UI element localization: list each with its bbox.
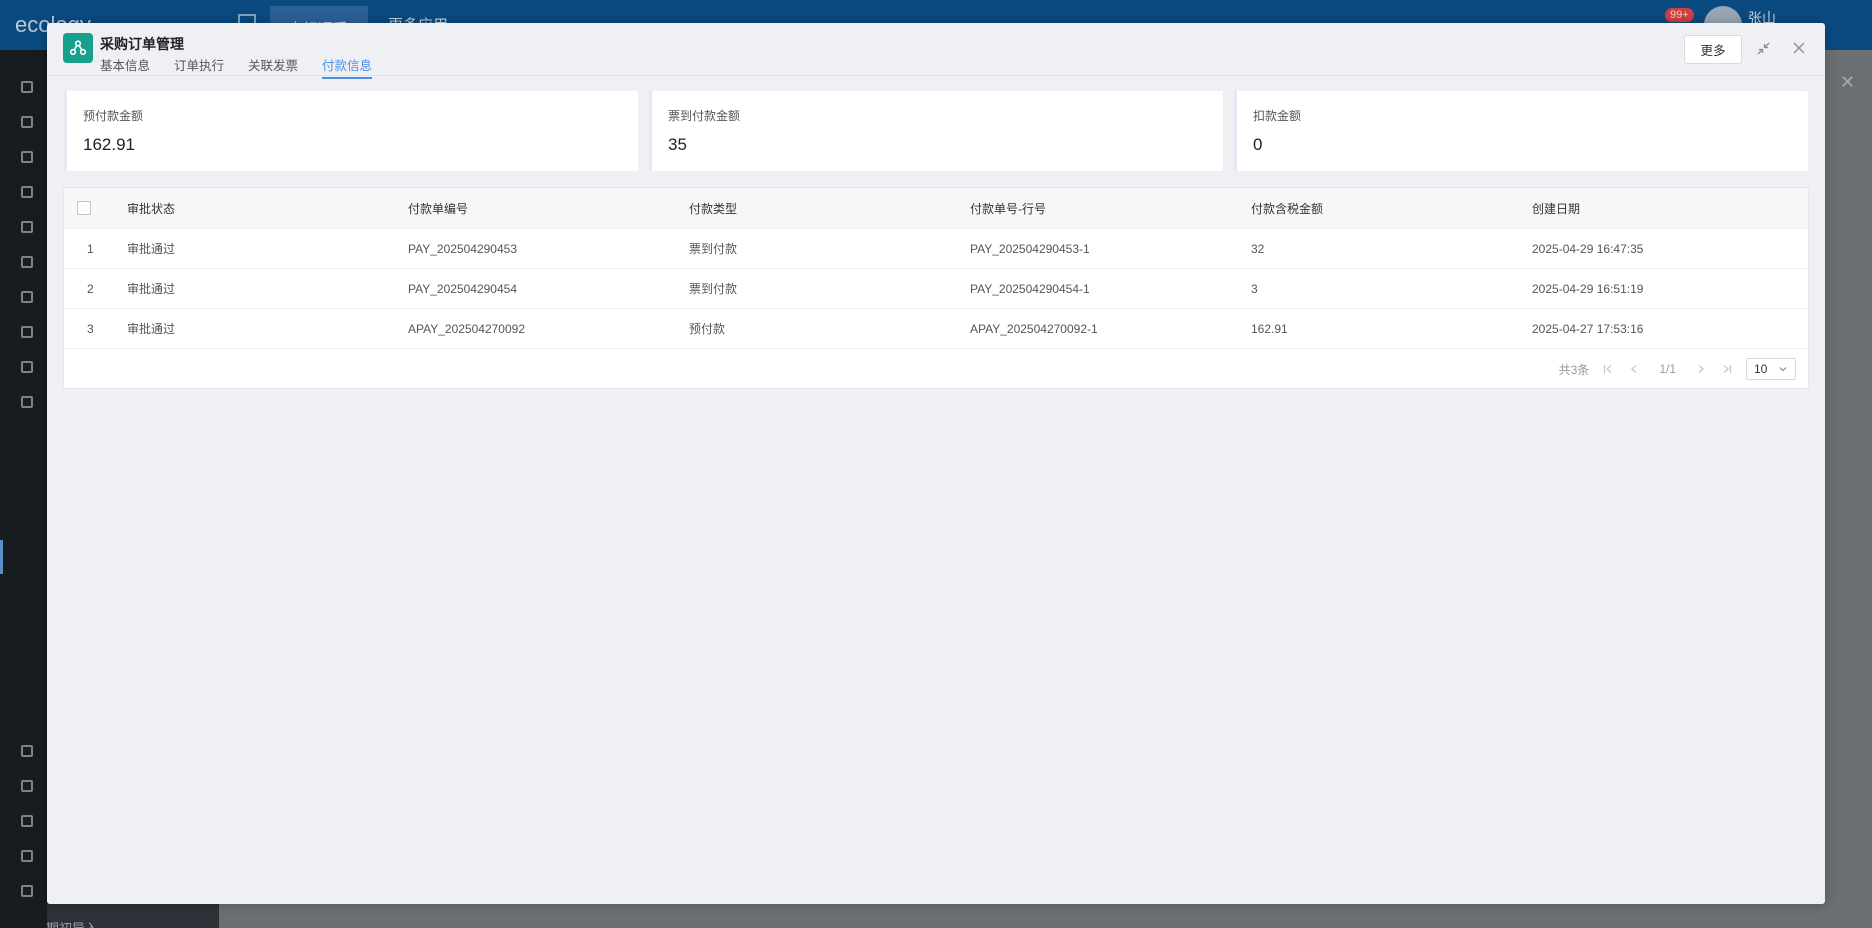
table-row[interactable]: 1 审批通过 PAY_202504290453 票到付款 PAY_2025042… (64, 229, 1808, 269)
layers-icon[interactable] (21, 116, 33, 128)
payment-amount: 32 (1251, 241, 1265, 256)
check-icon[interactable] (21, 256, 33, 268)
person-icon[interactable] (21, 815, 33, 827)
column-header[interactable]: 付款含税金额 (1251, 200, 1532, 217)
payment-number[interactable]: APAY_202504270092 (408, 322, 689, 336)
summary-label: 扣款金额 (1253, 109, 1302, 123)
modal-title: 采购订单管理 (100, 36, 184, 52)
header-select-cell (64, 201, 127, 215)
purchase-order-modal: 采购订单管理 基本信息 订单执行 关联发票 付款信息 更多 预付款金额 162.… (47, 23, 1825, 904)
page-size-select[interactable]: 10 (1746, 358, 1796, 380)
created-date: 2025-04-27 17:53:16 (1532, 321, 1644, 336)
pagination-page: 1/1 (1659, 362, 1676, 376)
pagination: 共3条 1/1 10 (1559, 358, 1796, 380)
summary-card-prepayment: 预付款金额 162.91 (64, 91, 638, 171)
tab-payment-info[interactable]: 付款信息 (322, 55, 373, 79)
summary-label: 票到付款金额 (668, 109, 741, 123)
summary-value: 0 (1253, 135, 1263, 154)
prev-page-icon[interactable] (1627, 362, 1641, 376)
column-header[interactable]: 审批状态 (127, 200, 408, 217)
sidebar-active-indicator (0, 540, 3, 574)
table-header: 审批状态 付款单编号 付款类型 付款单号-行号 付款含税金额 创建日期 (64, 188, 1808, 229)
payment-table: 审批状态 付款单编号 付款类型 付款单号-行号 付款含税金额 创建日期 1 审批… (63, 187, 1809, 389)
app-sidebar (0, 50, 47, 928)
background-close-icon[interactable]: ✕ (1840, 72, 1855, 93)
first-page-icon[interactable] (1601, 362, 1615, 376)
select-all-checkbox[interactable] (77, 201, 91, 215)
payment-amount: 3 (1251, 281, 1258, 296)
created-date: 2025-04-29 16:47:35 (1532, 241, 1644, 256)
approval-status: 审批通过 (127, 322, 176, 336)
payment-line-number: PAY_202504290453-1 (970, 241, 1090, 256)
document-icon[interactable] (21, 396, 33, 408)
payment-type: 票到付款 (689, 282, 738, 296)
row-index: 3 (87, 321, 94, 336)
last-page-icon[interactable] (1720, 362, 1734, 376)
created-date: 2025-04-29 16:51:19 (1532, 281, 1644, 296)
summary-value: 35 (668, 135, 687, 154)
cloud-icon[interactable] (21, 221, 33, 233)
collapse-icon[interactable] (1755, 40, 1771, 56)
row-index: 2 (87, 281, 94, 296)
app-share-icon (63, 33, 93, 63)
back-icon[interactable] (21, 780, 33, 792)
column-header[interactable]: 创建日期 (1532, 200, 1802, 217)
summary-card-deduction: 扣款金额 0 (1234, 91, 1808, 171)
column-header[interactable]: 付款单编号 (408, 200, 689, 217)
approval-status: 审批通过 (127, 282, 176, 296)
payment-line-number: APAY_202504270092-1 (970, 321, 1098, 336)
payment-line-number: PAY_202504290454-1 (970, 281, 1090, 296)
summary-label: 预付款金额 (83, 109, 144, 123)
payment-amount: 162.91 (1251, 321, 1288, 336)
payment-summary: 预付款金额 162.91 票到付款金额 35 扣款金额 0 (64, 91, 1808, 171)
sidebar-footer-item[interactable]: 期初导入 (46, 918, 98, 928)
row-index: 1 (87, 241, 94, 256)
modal-header: 采购订单管理 基本信息 订单执行 关联发票 付款信息 更多 (47, 23, 1825, 79)
modal-tabs: 基本信息 订单执行 关联发票 付款信息 (100, 55, 373, 79)
table-row[interactable]: 2 审批通过 PAY_202504290454 票到付款 PAY_2025042… (64, 269, 1808, 309)
column-header[interactable]: 付款类型 (689, 200, 970, 217)
approval-status: 审批通过 (127, 242, 176, 256)
table-icon[interactable] (21, 151, 33, 163)
page-size-value: 10 (1754, 362, 1768, 376)
tab-related-invoice[interactable]: 关联发票 (248, 55, 298, 79)
notification-badge: 99+ (1665, 8, 1694, 22)
monitor-icon[interactable] (21, 361, 33, 373)
trash-icon[interactable] (21, 850, 33, 862)
edit-icon[interactable] (21, 745, 33, 757)
basket-icon[interactable] (21, 326, 33, 338)
close-icon[interactable] (1791, 40, 1807, 56)
payment-type: 票到付款 (689, 242, 738, 256)
payment-type: 预付款 (689, 322, 726, 336)
more-button[interactable]: 更多 (1684, 35, 1742, 64)
group-icon[interactable] (21, 885, 33, 897)
summary-card-pay-on-invoice: 票到付款金额 35 (649, 91, 1223, 171)
table-row[interactable]: 3 审批通过 APAY_202504270092 预付款 APAY_202504… (64, 309, 1808, 349)
payment-number[interactable]: PAY_202504290454 (408, 282, 689, 296)
user-cog-icon[interactable] (21, 291, 33, 303)
pagination-total: 共3条 (1558, 362, 1590, 377)
payment-number[interactable]: PAY_202504290453 (408, 242, 689, 256)
column-header[interactable]: 付款单号-行号 (970, 200, 1251, 217)
tab-order-execution[interactable]: 订单执行 (174, 55, 224, 79)
at-icon[interactable] (21, 81, 33, 93)
summary-value: 162.91 (83, 135, 135, 154)
next-page-icon[interactable] (1694, 362, 1708, 376)
tab-basic-info[interactable]: 基本信息 (100, 55, 150, 79)
bar-chart-icon[interactable] (21, 186, 33, 198)
chevron-down-icon (1779, 367, 1787, 372)
